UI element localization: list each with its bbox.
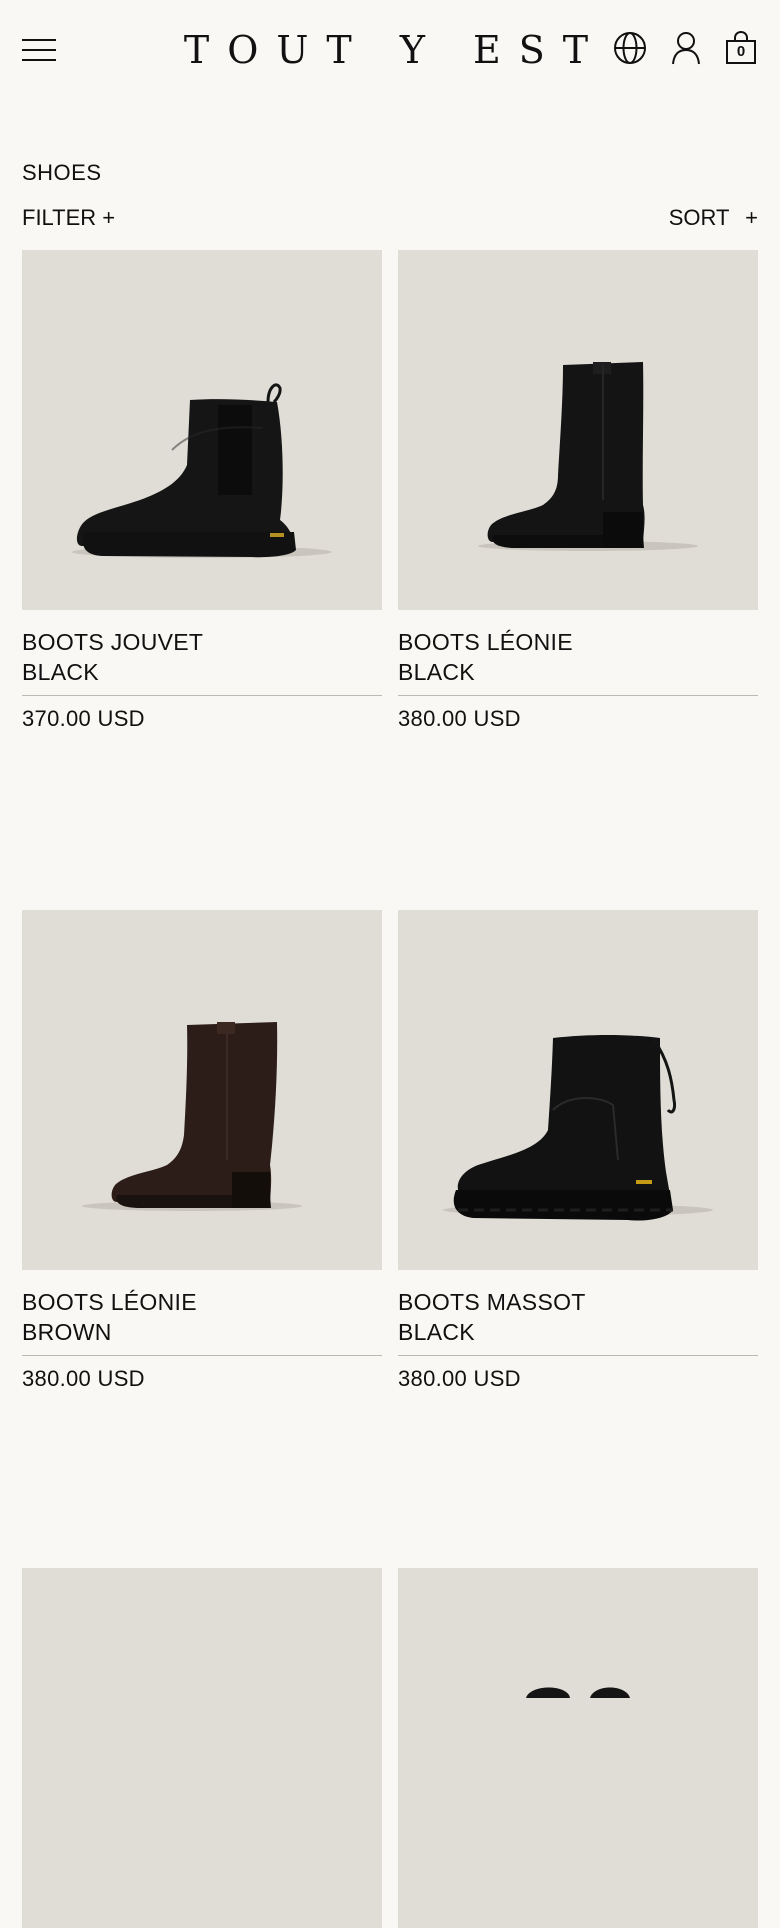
product-image[interactable] xyxy=(398,250,758,610)
product-image[interactable] xyxy=(398,1568,758,1928)
product-title: BOOTS MASSOT xyxy=(398,1289,586,1315)
product-color: BLACK xyxy=(22,659,99,685)
product-image[interactable] xyxy=(22,1568,382,1928)
filter-toggle[interactable]: FILTER + xyxy=(22,205,115,231)
product-price: 380.00 USD xyxy=(398,1366,521,1391)
boot-image xyxy=(72,383,332,558)
sort-toggle[interactable]: SORT + xyxy=(669,205,758,231)
page-title: SHOES xyxy=(22,160,102,185)
product-image[interactable] xyxy=(398,910,758,1270)
product-price: 380.00 USD xyxy=(398,706,521,731)
site-header: TOUT Y EST 0 xyxy=(0,0,780,100)
product-title: BOOTS LÉONIE xyxy=(398,629,573,655)
boot-image xyxy=(82,1022,302,1211)
product-name[interactable]: BOOTS LÉONIE BROWN xyxy=(22,1287,382,1356)
product-price: 380.00 USD xyxy=(22,1366,145,1391)
product-card[interactable]: BOOTS MASSOT BLACK 380.00 USD xyxy=(398,910,758,1392)
product-card[interactable]: BOOTS LÉONIE BROWN 380.00 USD xyxy=(22,910,382,1392)
product-card[interactable] xyxy=(398,1568,758,1928)
globe-icon[interactable] xyxy=(612,30,648,66)
product-title: BOOTS JOUVET xyxy=(22,629,204,655)
boot-image xyxy=(478,362,698,551)
product-title: BOOTS LÉONIE xyxy=(22,1289,197,1315)
product-card[interactable] xyxy=(22,1568,382,1928)
product-image[interactable] xyxy=(22,910,382,1270)
boot-image xyxy=(526,1687,630,1698)
account-icon[interactable] xyxy=(668,30,704,66)
boot-image xyxy=(443,1035,713,1221)
product-color: BROWN xyxy=(22,1319,112,1345)
cart-count: 0 xyxy=(736,43,746,60)
product-name[interactable]: BOOTS LÉONIE BLACK xyxy=(398,627,758,696)
shopping-bag-icon[interactable]: 0 xyxy=(724,30,758,66)
product-name[interactable]: BOOTS MASSOT BLACK xyxy=(398,1287,758,1356)
product-card[interactable]: BOOTS JOUVET BLACK 370.00 USD xyxy=(22,250,382,732)
product-image[interactable] xyxy=(22,250,382,610)
product-price: 370.00 USD xyxy=(22,706,145,731)
product-card[interactable]: BOOTS LÉONIE BLACK 380.00 USD xyxy=(398,250,758,732)
product-color: BLACK xyxy=(398,1319,475,1345)
brand-logo[interactable]: TOUT Y EST xyxy=(0,28,780,72)
product-name[interactable]: BOOTS JOUVET BLACK xyxy=(22,627,382,696)
product-color: BLACK xyxy=(398,659,475,685)
